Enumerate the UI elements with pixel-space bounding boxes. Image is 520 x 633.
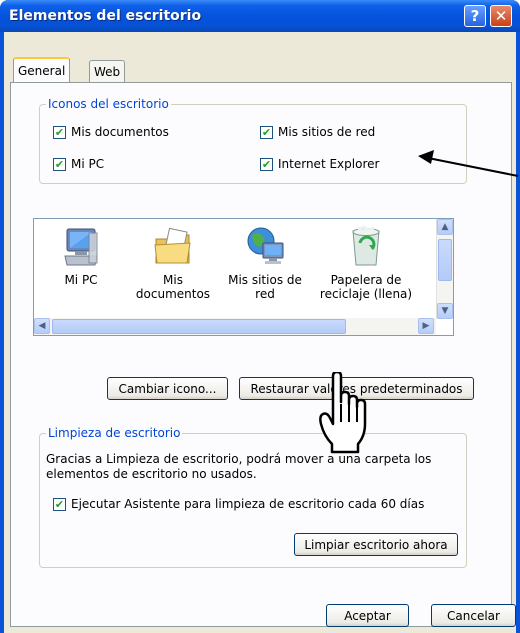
change-icon-button[interactable]: Cambiar icono... bbox=[107, 377, 228, 400]
dialog-client: General Web Iconos del escritorio ✔ Mis … bbox=[4, 32, 516, 633]
item-label-line1: Mis sitios de bbox=[228, 273, 302, 287]
recycle-bin-full-icon bbox=[344, 225, 388, 269]
checkbox-internet-explorer[interactable]: ✔ Internet Explorer bbox=[260, 157, 379, 171]
list-item-network-places[interactable]: Mis sitios de red bbox=[220, 219, 310, 301]
checkbox-my-pc[interactable]: ✔ Mi PC bbox=[53, 157, 104, 171]
item-label-line1: Papelera de bbox=[330, 273, 402, 287]
item-label-line2: documentos bbox=[135, 287, 211, 301]
checkbox-check-icon: ✔ bbox=[53, 125, 66, 139]
vertical-scroll-thumb[interactable] bbox=[438, 239, 452, 281]
cleanup-description-line1: Gracias a Limpieza de escritorio, podrá … bbox=[46, 452, 432, 466]
tab-general[interactable]: General bbox=[13, 57, 71, 82]
list-item-recycle-bin[interactable]: Papelera de reciclaje (llena) bbox=[316, 219, 416, 301]
vertical-scrollbar[interactable]: ▲ ▼ bbox=[436, 219, 453, 319]
help-button[interactable]: ? bbox=[464, 5, 486, 27]
my-documents-icon bbox=[151, 225, 195, 269]
annotation-arrow-icon bbox=[418, 150, 519, 177]
close-button[interactable]: ✕ bbox=[490, 5, 512, 27]
dialog-window: Elementos del escritorio ? ✕ General Web… bbox=[0, 0, 520, 633]
horizontal-scrollbar[interactable]: ◀ ▶ bbox=[34, 318, 436, 335]
horizontal-scroll-thumb[interactable] bbox=[52, 319, 346, 334]
item-label-line1: Mi PC bbox=[64, 273, 98, 287]
desktop-cleanup-legend: Limpieza de escritorio bbox=[46, 426, 183, 440]
cleanup-description: Gracias a Limpieza de escritorio, podrá … bbox=[46, 452, 466, 482]
clean-desktop-now-button[interactable]: Limpiar escritorio ahora bbox=[294, 533, 458, 556]
hand-cursor-icon bbox=[319, 372, 367, 454]
scroll-left-icon[interactable]: ◀ bbox=[34, 318, 50, 334]
list-item-my-pc[interactable]: Mi PC bbox=[36, 219, 126, 287]
checkbox-check-icon: ✔ bbox=[53, 157, 66, 171]
scroll-right-icon[interactable]: ▶ bbox=[418, 318, 434, 334]
checkbox-check-icon: ✔ bbox=[260, 157, 273, 171]
cleanup-description-line2: elementos de escritorio no usados. bbox=[46, 467, 257, 481]
checkbox-label: Mis sitios de red bbox=[278, 125, 376, 139]
desktop-icons-group: Iconos del escritorio bbox=[39, 97, 467, 184]
window-title: Elementos del escritorio bbox=[9, 8, 202, 24]
checkbox-label: Internet Explorer bbox=[278, 157, 380, 171]
network-places-icon bbox=[243, 225, 287, 269]
my-computer-icon bbox=[59, 225, 103, 269]
checkbox-my-documents[interactable]: ✔ Mis documentos bbox=[53, 125, 169, 139]
item-label-line1: Mis bbox=[163, 273, 183, 287]
checkbox-label: Ejecutar Asistente para limpieza de escr… bbox=[71, 497, 425, 511]
desktop-icons-legend: Iconos del escritorio bbox=[46, 97, 171, 111]
tab-web[interactable]: Web bbox=[89, 60, 126, 82]
checkbox-check-icon: ✔ bbox=[53, 497, 66, 511]
ok-button[interactable]: Aceptar bbox=[326, 604, 409, 627]
list-item-my-documents[interactable]: Mis documentos bbox=[128, 219, 218, 301]
scroll-down-icon[interactable]: ▼ bbox=[437, 303, 453, 319]
checkbox-label: Mis documentos bbox=[71, 125, 169, 139]
item-label-line2: reciclaje (llena) bbox=[319, 287, 413, 301]
cancel-button[interactable]: Cancelar bbox=[431, 604, 516, 627]
checkbox-run-cleanup-wizard[interactable]: ✔ Ejecutar Asistente para limpieza de es… bbox=[53, 497, 424, 511]
checkbox-network-places[interactable]: ✔ Mis sitios de red bbox=[260, 125, 375, 139]
checkbox-label: Mi PC bbox=[71, 157, 105, 171]
scroll-up-icon[interactable]: ▲ bbox=[437, 219, 453, 235]
icon-list-view[interactable]: Mi PC Mis documentos Mis sitios de red P… bbox=[33, 218, 454, 336]
checkbox-check-icon: ✔ bbox=[260, 125, 273, 139]
title-bar[interactable]: Elementos del escritorio ? ✕ bbox=[0, 0, 520, 32]
item-label-line2: red bbox=[255, 287, 275, 301]
